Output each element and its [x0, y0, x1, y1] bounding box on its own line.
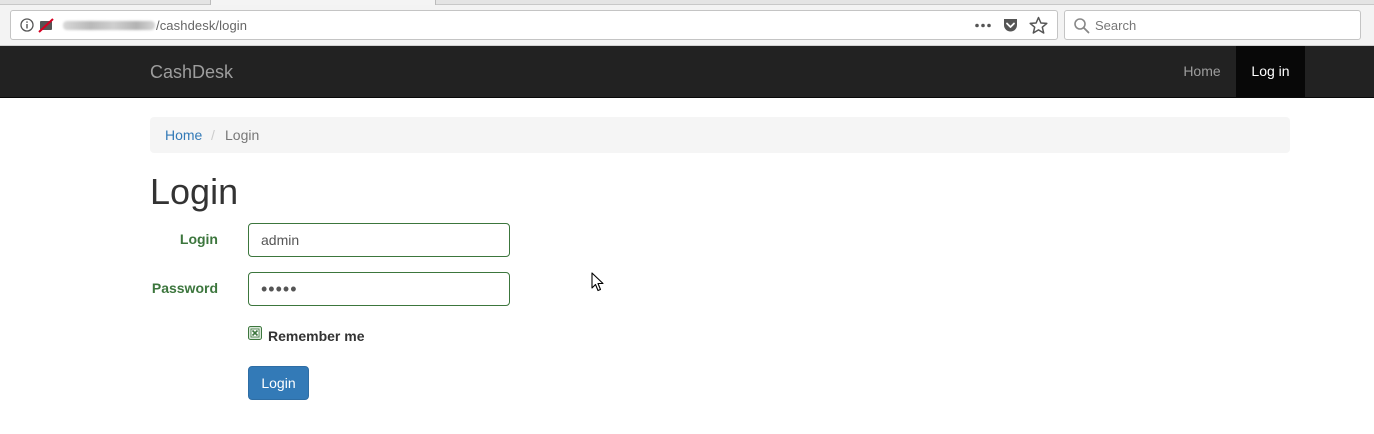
checkbox-icon[interactable]	[248, 326, 262, 340]
login-submit-button[interactable]: Login	[248, 366, 309, 400]
nav-link-login[interactable]: Log in	[1236, 46, 1305, 97]
more-icon[interactable]	[973, 18, 993, 33]
star-icon[interactable]	[1029, 16, 1048, 35]
url-bar[interactable]: /cashdesk/login	[10, 10, 1058, 40]
no-permission-icon[interactable]	[38, 18, 54, 33]
pocket-icon[interactable]	[1002, 17, 1019, 34]
breadcrumb-current: Login	[225, 127, 260, 143]
browser-toolbar: /cashdesk/login	[0, 5, 1374, 46]
breadcrumb-home-link[interactable]: Home	[165, 127, 202, 143]
url-path-text[interactable]: /cashdesk/login	[156, 18, 247, 33]
login-input[interactable]	[248, 223, 510, 257]
page-title: Login	[150, 171, 239, 212]
blurred-hostname	[63, 21, 155, 30]
navbar-brand[interactable]: CashDesk	[150, 62, 233, 83]
browser-search-bar[interactable]	[1064, 10, 1361, 40]
remember-me-label[interactable]: Remember me	[268, 328, 365, 344]
mouse-cursor-icon	[591, 272, 604, 292]
password-field-label: Password	[151, 280, 218, 296]
breadcrumb-separator: /	[211, 127, 215, 143]
search-icon	[1074, 18, 1090, 34]
breadcrumb: Home / Login	[150, 117, 1290, 153]
search-input[interactable]	[1095, 15, 1350, 35]
login-field-label: Login	[179, 231, 218, 247]
password-input[interactable]	[248, 272, 510, 306]
info-icon[interactable]	[20, 18, 34, 32]
app-navbar: CashDesk Home Log in	[0, 46, 1374, 98]
nav-link-home[interactable]: Home	[1168, 46, 1236, 97]
